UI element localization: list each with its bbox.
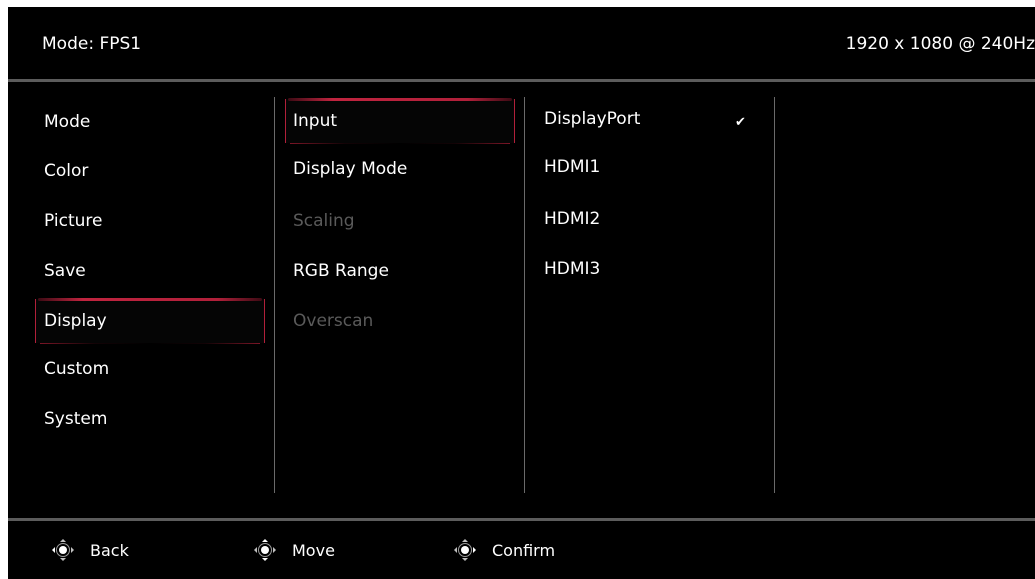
- column-divider-2: [524, 97, 525, 493]
- footer-confirm-label: Confirm: [492, 540, 556, 560]
- submenu-item-overscan: Overscan: [293, 311, 374, 331]
- resolution-readout: 1920 x 1080 @ 240Hz: [845, 34, 1035, 54]
- option-hdmi1[interactable]: HDMI1: [544, 157, 600, 177]
- submenu-item-scaling: Scaling: [293, 211, 355, 231]
- checkmark-icon: ✔: [735, 115, 746, 130]
- menu-item-display[interactable]: Display: [44, 311, 107, 331]
- option-displayport[interactable]: DisplayPort: [544, 109, 640, 129]
- nav-key-right-icon: [454, 539, 476, 561]
- header-divider: [8, 79, 1035, 82]
- osd-header: Mode: FPS1 1920 x 1080 @ 240Hz: [8, 7, 1035, 79]
- menu-item-system[interactable]: System: [44, 409, 107, 429]
- column-divider-3: [774, 97, 775, 493]
- menu-item-mode[interactable]: Mode: [44, 112, 90, 132]
- footer-confirm: Confirm: [454, 539, 555, 561]
- menu-item-save[interactable]: Save: [44, 261, 86, 281]
- submenu-item-rgb-range[interactable]: RGB Range: [293, 261, 389, 281]
- footer-divider: [8, 518, 1035, 521]
- nav-key-updown-icon: [254, 539, 276, 561]
- column-divider-1: [274, 97, 275, 493]
- menu-item-color[interactable]: Color: [44, 161, 88, 181]
- osd-menu: Mode: FPS1 1920 x 1080 @ 240Hz Mode Colo…: [8, 7, 1035, 579]
- option-hdmi3[interactable]: HDMI3: [544, 259, 600, 279]
- footer-back: Back: [52, 539, 129, 561]
- submenu-item-display-mode[interactable]: Display Mode: [293, 159, 407, 179]
- footer-move-label: Move: [292, 540, 335, 560]
- submenu-item-input[interactable]: Input: [293, 111, 337, 131]
- option-hdmi2[interactable]: HDMI2: [544, 209, 600, 229]
- footer-back-label: Back: [90, 540, 129, 560]
- current-mode-label: Mode: FPS1: [42, 34, 142, 54]
- nav-key-left-icon: [52, 539, 74, 561]
- menu-item-custom[interactable]: Custom: [44, 359, 109, 379]
- menu-item-picture[interactable]: Picture: [44, 211, 102, 231]
- footer-move: Move: [254, 539, 335, 561]
